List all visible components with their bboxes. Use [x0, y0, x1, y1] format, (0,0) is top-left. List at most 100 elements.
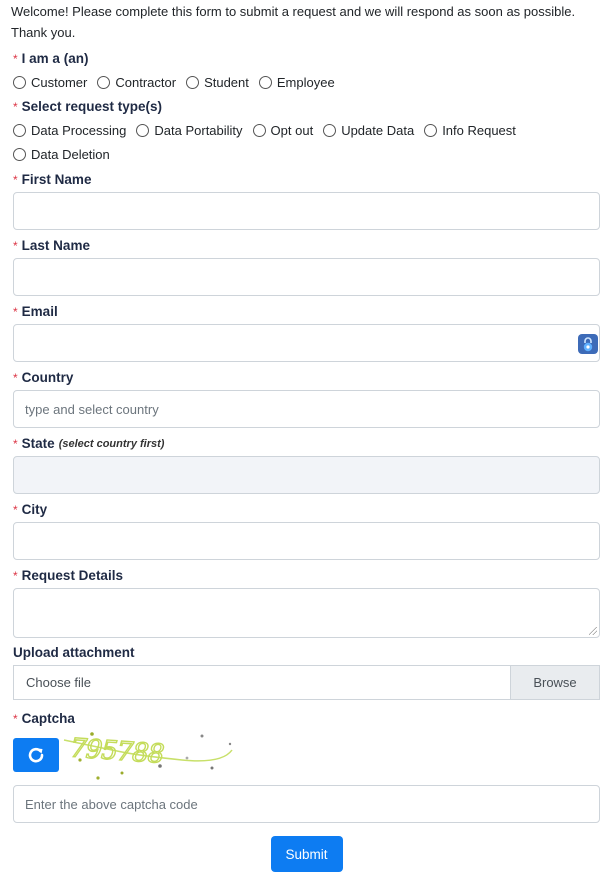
country-input[interactable]: type and select country [13, 390, 600, 428]
radio-label: Data Deletion [31, 146, 110, 162]
captcha-group: * Captcha 795788 Enter the above captcha… [13, 709, 600, 823]
role-options: Customer Contractor Student Employee [13, 70, 600, 94]
radio-circle[interactable] [424, 123, 438, 137]
radio-circle[interactable] [186, 75, 200, 89]
last-name-group: * Last Name [13, 236, 600, 296]
state-hint: (select country first) [58, 438, 165, 450]
request-type-label: * Select request type(s) [13, 97, 600, 117]
radio-circle[interactable] [97, 75, 111, 89]
request-form: Welcome! Please complete this form to su… [0, 0, 616, 872]
required-marker: * [13, 371, 18, 385]
radio-customer[interactable]: Customer [13, 70, 87, 94]
request-type-label-text: Select request type(s) [21, 99, 162, 114]
role-label-text: I am a (an) [21, 51, 89, 66]
intro-line-1: Welcome! Please complete this form to su… [11, 4, 576, 19]
required-marker: * [13, 712, 18, 726]
upload-group: Upload attachment Choose file Browse [13, 643, 600, 700]
radio-data-portability[interactable]: Data Portability [136, 118, 243, 142]
request-details-group: * Request Details [13, 566, 600, 638]
last-name-input[interactable] [13, 258, 600, 296]
radio-circle[interactable] [13, 123, 26, 137]
required-marker: * [13, 305, 18, 319]
radio-employee[interactable]: Employee [258, 70, 335, 94]
captcha-text: 795788 [69, 733, 165, 769]
captcha-row: 795788 [13, 732, 600, 780]
required-marker: * [13, 173, 18, 187]
required-marker: * [13, 503, 18, 517]
radio-circle[interactable] [13, 147, 26, 161]
radio-update-data[interactable]: Update Data [323, 118, 414, 142]
radio-circle[interactable] [136, 123, 150, 137]
radio-data-deletion[interactable]: Data Deletion [13, 142, 110, 166]
email-input[interactable] [13, 324, 600, 362]
refresh-icon [28, 747, 44, 763]
city-label-text: City [21, 502, 48, 517]
submit-button[interactable]: Submit [270, 836, 343, 872]
radio-label: Student [204, 74, 249, 90]
browse-button[interactable]: Browse [510, 666, 599, 699]
captcha-label-text: Captcha [21, 711, 75, 726]
intro-text: Welcome! Please complete this form to su… [11, 0, 600, 43]
radio-circle[interactable] [252, 123, 266, 137]
radio-label: Data Portability [154, 122, 243, 138]
first-name-input[interactable] [13, 192, 600, 230]
state-label-text: State [21, 436, 55, 451]
state-group: * State (select country first) [13, 434, 600, 494]
required-marker: * [13, 239, 18, 253]
state-input [13, 456, 600, 494]
captcha-image: 795788 [63, 732, 233, 780]
radio-label: Employee [276, 74, 335, 90]
state-label: * State (select country first) [13, 434, 600, 454]
radio-label: Data Processing [31, 122, 127, 138]
choose-file-text[interactable]: Choose file [14, 666, 510, 699]
radio-data-processing[interactable]: Data Processing [13, 118, 126, 142]
required-marker: * [13, 437, 18, 451]
radio-label: Update Data [341, 122, 415, 138]
upload-label: Upload attachment [13, 643, 600, 663]
radio-circle[interactable] [258, 75, 272, 89]
email-group: * Email [13, 302, 600, 362]
resize-handle-icon[interactable] [589, 627, 597, 635]
request-details-label-text: Request Details [21, 568, 123, 583]
role-label: * I am a (an) [13, 49, 600, 69]
required-marker: * [13, 100, 18, 114]
first-name-group: * First Name [13, 170, 600, 230]
submit-row: Submit [13, 836, 600, 872]
email-label-text: Email [21, 304, 58, 319]
radio-circle[interactable] [323, 123, 337, 137]
last-name-label-text: Last Name [21, 238, 90, 253]
radio-circle[interactable] [13, 75, 26, 89]
radio-label: Customer [31, 74, 88, 90]
role-group: * I am a (an) Customer Contractor Studen… [13, 49, 600, 94]
radio-student[interactable]: Student [186, 70, 249, 94]
request-details-textarea[interactable] [13, 588, 600, 638]
first-name-label: * First Name [13, 170, 600, 190]
captcha-refresh-button[interactable] [13, 738, 59, 772]
city-label: * City [13, 500, 600, 520]
city-group: * City [13, 500, 600, 560]
country-group: * Country type and select country [13, 368, 600, 428]
captcha-label: * Captcha [13, 709, 600, 729]
radio-label: Contractor [115, 74, 177, 90]
country-label-text: Country [21, 370, 74, 385]
radio-opt-out[interactable]: Opt out [252, 118, 314, 142]
file-input[interactable]: Choose file Browse [13, 665, 600, 700]
city-input[interactable] [13, 522, 600, 560]
country-label: * Country [13, 368, 600, 388]
radio-label: Opt out [270, 122, 314, 138]
request-type-group: * Select request type(s) Data Processing… [13, 97, 600, 166]
password-manager-lock-icon[interactable] [578, 334, 598, 354]
required-marker: * [13, 569, 18, 583]
last-name-label: * Last Name [13, 236, 600, 256]
radio-label: Info Request [442, 122, 516, 138]
captcha-input[interactable]: Enter the above captcha code [13, 785, 600, 823]
required-marker: * [13, 52, 18, 66]
request-type-options: Data Processing Data Portability Opt out… [13, 118, 553, 166]
first-name-label-text: First Name [21, 172, 92, 187]
intro-line-2: Thank you. [11, 25, 76, 40]
request-details-label: * Request Details [13, 566, 600, 586]
upload-label-text: Upload attachment [13, 645, 135, 660]
email-label: * Email [13, 302, 600, 322]
radio-info-request[interactable]: Info Request [424, 118, 516, 142]
radio-contractor[interactable]: Contractor [97, 70, 176, 94]
